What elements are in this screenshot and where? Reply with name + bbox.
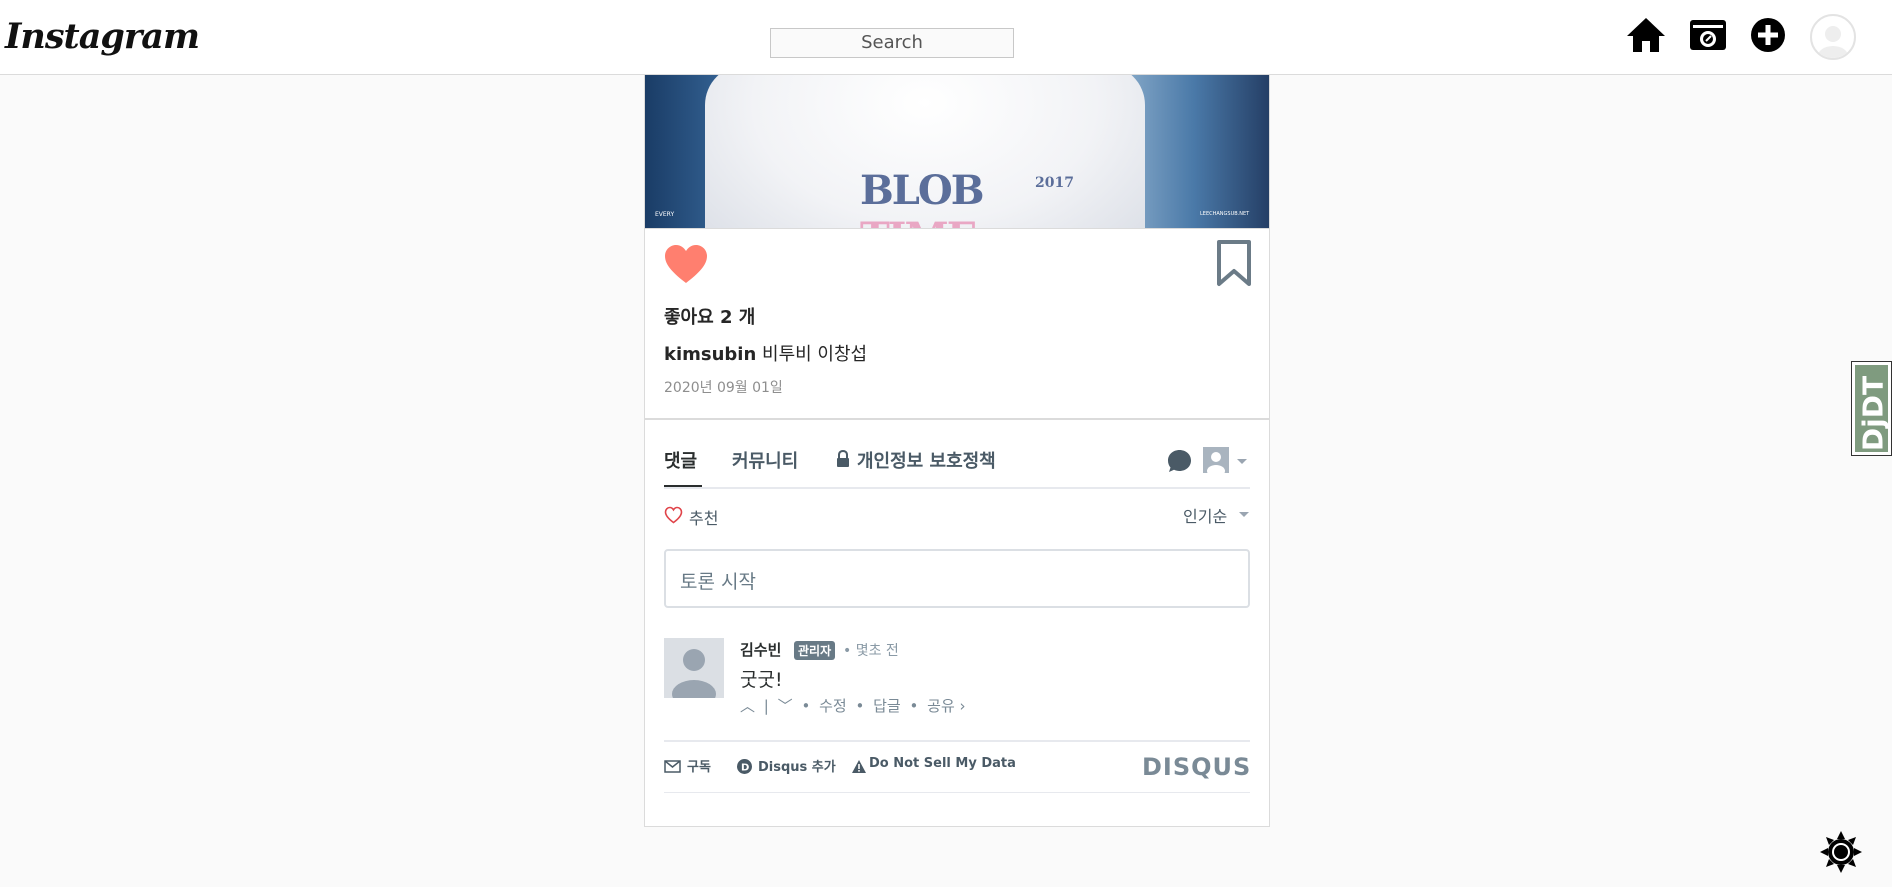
photo-watermark-right: LEECHANGSUB.NET [1200, 211, 1250, 217]
disqus-logo[interactable]: DISQUS [1142, 753, 1251, 781]
action-separator: • [801, 697, 811, 715]
do-not-sell-link[interactable]: Do Not Sell My Data [869, 756, 1016, 771]
like-heart-icon[interactable] [663, 243, 709, 285]
downvote-icon[interactable]: ﹀ [778, 697, 793, 715]
vote-separator: | [763, 697, 769, 715]
edit-button[interactable]: 수정 [819, 697, 847, 715]
search-input[interactable]: Search [770, 28, 1014, 58]
post-divider [645, 418, 1269, 420]
camera-icon[interactable] [1687, 16, 1729, 54]
action-separator: • [909, 697, 919, 715]
photo-shirt-print: BLOBTIME [860, 167, 985, 229]
bookmark-icon[interactable] [1215, 239, 1253, 287]
debug-toolbar-tab: DjDT [1855, 365, 1890, 452]
tab-community[interactable]: 커뮤니티 [732, 447, 798, 473]
sort-chevron-down-icon[interactable] [1239, 512, 1249, 517]
disqus-d-icon: D [737, 759, 752, 774]
comment-actions: ︿ | ﹀ • 수정 • 답글 • 공유 › [740, 695, 970, 716]
reply-button[interactable]: 답글 [873, 697, 901, 715]
caption-username[interactable]: kimsubin [664, 344, 756, 365]
theme-toggle-sun-icon[interactable] [1820, 831, 1862, 873]
recommend-button[interactable]: 추천 [689, 505, 718, 529]
notification-bubble-icon[interactable] [1167, 449, 1192, 473]
user-menu-chevron-down-icon[interactable] [1237, 459, 1247, 464]
comment-text: 굿굿! [740, 669, 783, 691]
comment-time[interactable]: • 몇초 전 [843, 640, 899, 660]
photo-shirt-year: 2017 [1035, 175, 1074, 191]
sort-dropdown[interactable]: 인기순 [1183, 503, 1227, 527]
upvote-icon[interactable]: ︿ [740, 697, 755, 715]
comment-author[interactable]: 김수빈 [740, 639, 781, 660]
footer-bottom-divider [664, 792, 1250, 793]
warning-icon [852, 760, 866, 773]
post-caption: kimsubin 비투비 이창섭 [664, 340, 867, 366]
post-date: 2020년 09월 01일 [664, 380, 783, 396]
user-silhouette-icon [1207, 452, 1225, 477]
tabs-divider [664, 487, 1250, 489]
svg-text:D: D [741, 763, 749, 774]
share-button[interactable]: 공유 › [927, 697, 965, 715]
debug-toolbar-label: DjDT [1856, 375, 1890, 452]
disqus-footer-divider [664, 740, 1250, 742]
debug-toolbar-handle[interactable]: DjDT [1851, 361, 1892, 456]
comment-user-silhouette-icon [672, 649, 716, 698]
start-discussion-input[interactable]: 토론 시작 [664, 549, 1250, 608]
envelope-icon [664, 760, 681, 773]
top-navbar: Instagram Search [0, 0, 1892, 75]
comment-avatar[interactable] [664, 638, 724, 698]
comment-time-text: 몇초 전 [855, 643, 899, 659]
subscribe-link[interactable]: 구독 [687, 756, 711, 775]
action-separator: • [855, 697, 865, 715]
recommend-heart-icon[interactable] [664, 506, 683, 524]
lock-icon [837, 450, 849, 467]
user-menu-avatar[interactable] [1203, 447, 1229, 477]
add-post-icon[interactable] [1747, 16, 1789, 54]
home-icon[interactable] [1625, 16, 1667, 54]
admin-badge: 관리자 [794, 641, 836, 660]
default-avatar-icon [1818, 26, 1848, 58]
caption-text: 비투비 이창섭 [762, 344, 868, 365]
tab-comments[interactable]: 댓글 [664, 447, 697, 473]
image-divider [645, 228, 1269, 229]
post-image[interactable]: BLOBTIME 2017 EVERY LEECHANGSUB.NET [645, 75, 1269, 229]
profile-avatar[interactable] [1810, 14, 1856, 60]
instagram-logo[interactable]: Instagram [5, 16, 200, 57]
photo-watermark-left: EVERY [655, 211, 675, 218]
add-disqus-link[interactable]: Disqus 추가 [758, 756, 836, 775]
likes-count: 좋아요 2 개 [664, 307, 756, 328]
tab-privacy-policy[interactable]: 개인정보 보호정책 [857, 447, 996, 473]
post-card: BLOBTIME 2017 EVERY LEECHANGSUB.NET 좋아요 … [644, 75, 1270, 827]
